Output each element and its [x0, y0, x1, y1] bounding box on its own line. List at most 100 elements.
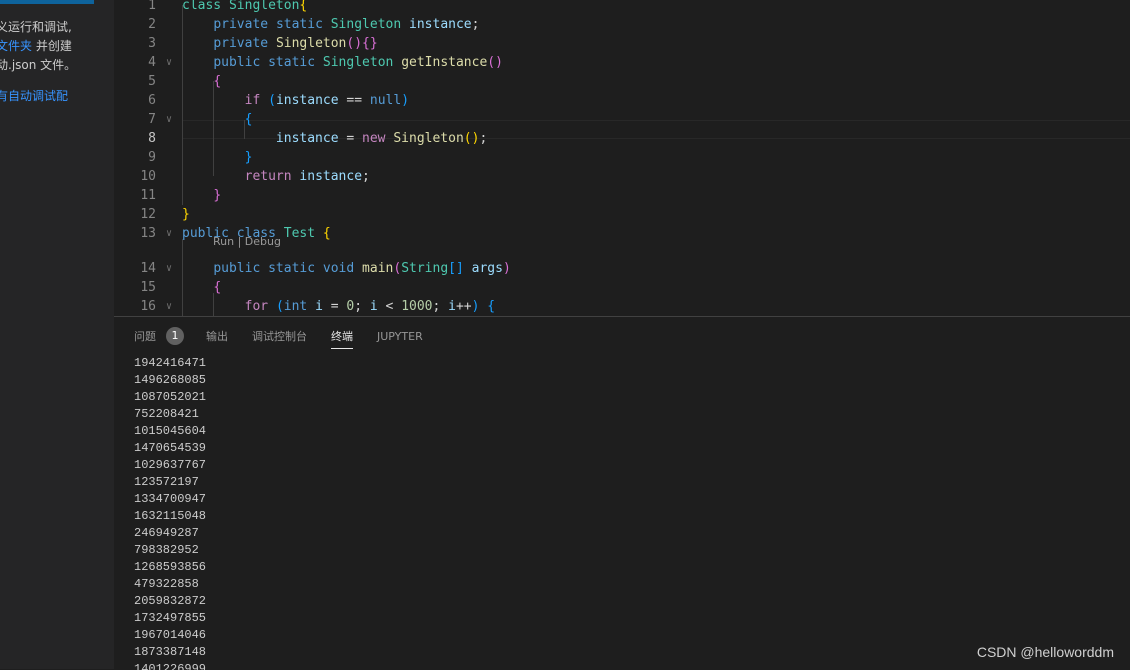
code-text: public static void main(String[] args): [182, 259, 511, 278]
code-token: int: [283, 299, 308, 314]
code-line[interactable]: 3 private Singleton(){}: [114, 34, 1130, 53]
sidebar-text-2: 文件夹 并创建: [0, 37, 72, 54]
code-line[interactable]: 16 ∨ for (int i = 0; i < 1000; i++) {: [114, 297, 1130, 316]
code-token: }: [244, 150, 253, 165]
show-auto-debug-config-link[interactable]: 有自动调试配: [0, 87, 68, 104]
code-token: ;: [432, 299, 449, 314]
line-number: 15: [140, 280, 156, 295]
terminal-line: 1732497855: [134, 611, 207, 625]
code-token: Singleton: [322, 55, 394, 70]
indent-guide: [213, 293, 214, 316]
code-token: for: [244, 299, 269, 314]
code-editor[interactable]: 1 class Singleton{2 private static Single…: [114, 0, 1130, 316]
code-token: (): [463, 131, 480, 146]
code-line[interactable]: 4 ∨ public static Singleton getInstance(): [114, 53, 1130, 72]
code-token: static: [275, 17, 323, 32]
terminal-line: 1942416471: [134, 356, 207, 370]
code-token: 1000: [401, 299, 433, 314]
line-number: 16: [140, 299, 156, 314]
code-token: ++: [455, 299, 472, 314]
code-token: (: [268, 93, 276, 108]
code-text: class Singleton{: [182, 0, 307, 15]
code-token: ): [502, 261, 511, 276]
tab-terminal[interactable]: 终端: [331, 328, 353, 349]
code-token: (: [275, 299, 284, 314]
code-line[interactable]: 1 class Singleton{: [114, 0, 1130, 15]
code-line[interactable]: 10 return instance;: [114, 167, 1130, 186]
code-token: <: [377, 299, 402, 314]
tab-debug-console[interactable]: 调试控制台: [252, 328, 307, 348]
code-line[interactable]: 6 if (instance == null): [114, 91, 1130, 110]
line-number: 3: [148, 36, 156, 51]
code-token: getInstance: [401, 55, 488, 70]
code-line[interactable]: 7 ∨ {: [114, 110, 1130, 129]
line-number: 10: [140, 169, 156, 184]
fold-chevron-icon[interactable]: ∨: [166, 224, 172, 243]
tab-output[interactable]: 输出: [206, 328, 228, 348]
terminal-line: 1632115048: [134, 509, 207, 523]
codelens-run[interactable]: Run: [213, 235, 234, 248]
line-number: 12: [140, 207, 156, 222]
tab-problems[interactable]: 问题: [134, 328, 156, 348]
watermark: CSDN @helloworddm: [976, 644, 1114, 660]
sidebar-text-1: 义运行和调试,: [0, 20, 72, 34]
code-line[interactable]: 2 private static Singleton instance;: [114, 15, 1130, 34]
line-number: 11: [140, 188, 156, 203]
code-line[interactable]: 5 {: [114, 72, 1130, 91]
codelens: Run | Debug: [213, 233, 281, 250]
code-line[interactable]: 14 ∨ public static void main(String[] arg…: [114, 259, 1130, 278]
fold-chevron-icon[interactable]: ∨: [166, 110, 172, 129]
terminal-line: 2059832872: [134, 594, 207, 608]
sidebar-run-debug: 义运行和调试, 文件夹 并创建 动.json 文件。 有自动调试配: [0, 0, 114, 669]
code-token: main: [362, 261, 394, 276]
code-token: ==: [338, 93, 370, 108]
code-token: ;: [471, 17, 480, 32]
fold-chevron-icon[interactable]: ∨: [166, 53, 172, 72]
code-token: }: [213, 188, 222, 203]
run-and-debug-button-edge[interactable]: [0, 0, 94, 4]
code-line[interactable]: 12}: [114, 205, 1130, 224]
terminal-output[interactable]: 1942416471 1496268085 1087052021 752208421 1…: [134, 355, 1124, 670]
sidebar-text-2-rest: 并创建: [32, 39, 72, 53]
code-token: Test: [283, 226, 316, 241]
code-text: {: [182, 72, 221, 91]
code-token: new: [362, 131, 386, 146]
terminal-line: 1334700947: [134, 492, 207, 506]
code-line[interactable]: 8 instance = new Singleton();: [114, 129, 1130, 148]
code-token: (): [487, 55, 503, 70]
code-token: }: [182, 207, 190, 222]
code-line[interactable]: 15 {: [114, 278, 1130, 297]
open-folder-link[interactable]: 文件夹: [0, 39, 32, 53]
line-number: 5: [148, 74, 156, 89]
code-token: private: [213, 36, 269, 51]
code-line[interactable]: 9 }: [114, 148, 1130, 167]
codelens-debug[interactable]: Debug: [245, 235, 281, 248]
code-token: {: [213, 74, 222, 89]
code-line[interactable]: 11 }: [114, 186, 1130, 205]
indent-guide: [244, 120, 245, 139]
code-text: }: [182, 205, 190, 224]
fold-chevron-icon[interactable]: ∨: [166, 297, 172, 316]
code-token: args: [471, 261, 503, 276]
terminal-line: 1268593856: [134, 560, 207, 574]
code-token: ;: [362, 169, 370, 184]
code-token: return: [244, 169, 292, 184]
code-text: }: [182, 186, 221, 205]
line-number: 2: [148, 17, 156, 32]
fold-chevron-icon[interactable]: ∨: [166, 259, 172, 278]
code-token: =: [322, 299, 347, 314]
tab-jupyter[interactable]: JUPYTER: [377, 328, 423, 348]
